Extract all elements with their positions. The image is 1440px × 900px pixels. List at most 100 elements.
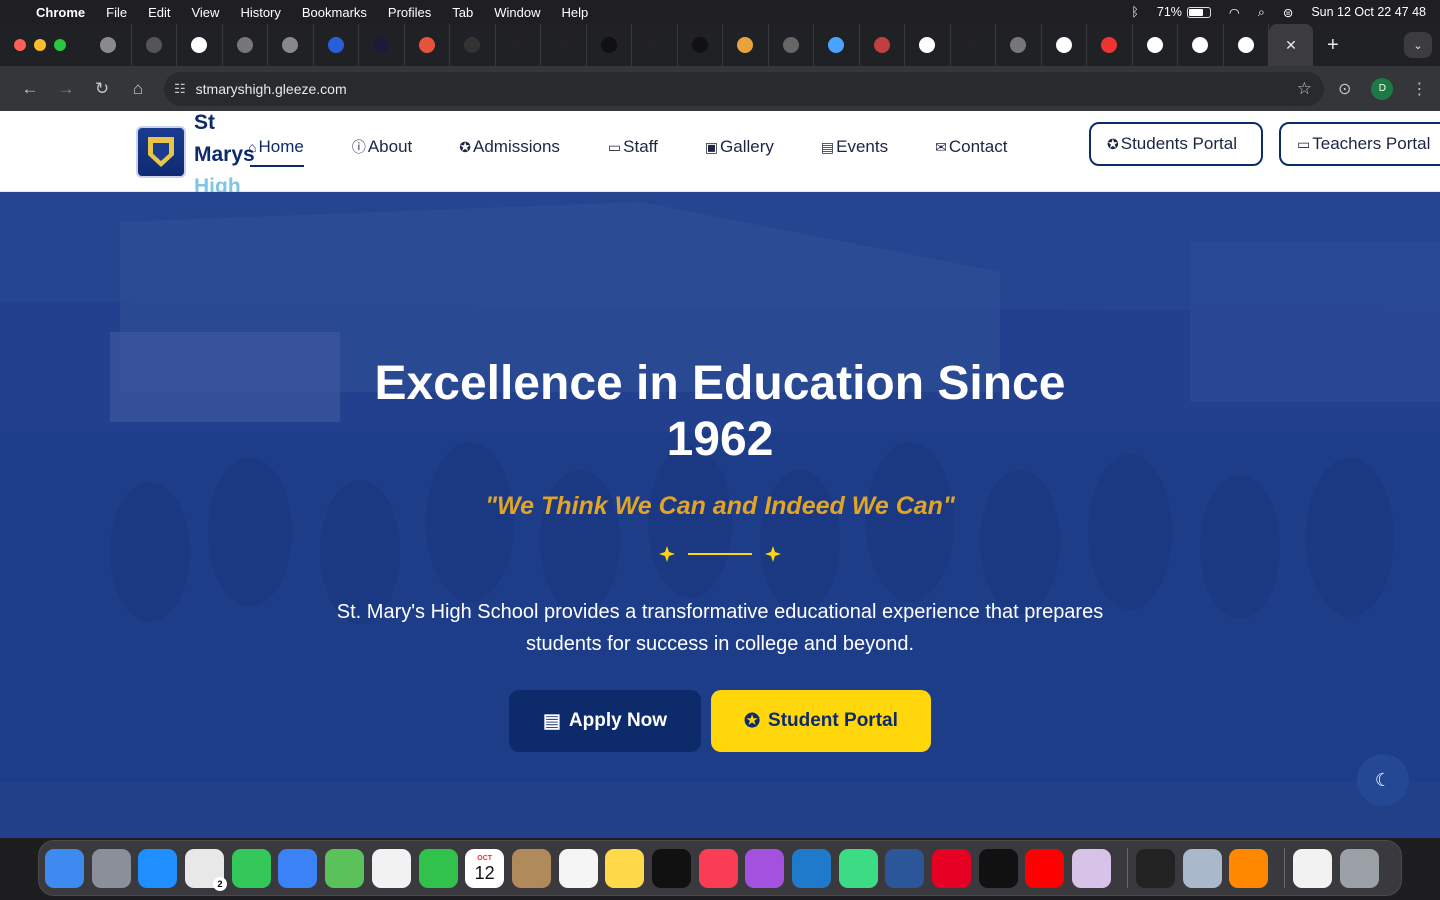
forward-button[interactable]: → bbox=[48, 79, 84, 99]
anime-app-icon[interactable] bbox=[1072, 848, 1112, 888]
contacts-icon[interactable] bbox=[511, 848, 551, 888]
nav-admissions[interactable]: ✪ Admissions bbox=[459, 131, 560, 163]
minimize-window-button[interactable] bbox=[34, 39, 46, 51]
menu-history[interactable]: History bbox=[240, 5, 280, 20]
browser-tab[interactable] bbox=[223, 24, 268, 66]
apply-now-button[interactable]: ▤ Apply Now bbox=[509, 690, 701, 752]
browser-tab[interactable] bbox=[86, 24, 132, 66]
menu-view[interactable]: View bbox=[191, 5, 219, 20]
safari-icon[interactable] bbox=[138, 848, 178, 888]
students-portal-button[interactable]: ✪ Students Portal bbox=[1089, 122, 1263, 166]
close-window-button[interactable] bbox=[14, 39, 26, 51]
browser-tab[interactable] bbox=[177, 24, 223, 66]
music-icon[interactable] bbox=[698, 848, 738, 888]
menu-file[interactable]: File bbox=[106, 5, 127, 20]
browser-tab[interactable] bbox=[996, 24, 1042, 66]
spotlight-search-icon[interactable]: ⌕ bbox=[1258, 5, 1265, 20]
browser-tab[interactable] bbox=[1133, 24, 1178, 66]
bookmark-star-icon[interactable]: ☆ bbox=[1297, 79, 1312, 99]
trash-icon[interactable] bbox=[1339, 848, 1379, 888]
browser-tab[interactable] bbox=[723, 24, 769, 66]
browser-tab[interactable] bbox=[769, 24, 814, 66]
nav-home[interactable]: ⌂ Home bbox=[248, 131, 304, 167]
site-info-icon[interactable]: ☷ bbox=[174, 81, 186, 97]
nav-gallery[interactable]: ▣ Gallery bbox=[705, 131, 774, 163]
chrome-icon[interactable]: 2 bbox=[185, 848, 228, 891]
maps-icon[interactable] bbox=[325, 848, 365, 888]
browser-tab[interactable] bbox=[678, 24, 723, 66]
student-portal-button[interactable]: ✪ Student Portal bbox=[711, 690, 931, 752]
downloads-icon[interactable]: ⊙ bbox=[1338, 79, 1351, 99]
new-tab-button[interactable]: + bbox=[1327, 34, 1339, 57]
reload-button[interactable]: ↻ bbox=[84, 79, 120, 99]
control-center-icon[interactable]: ⊜ bbox=[1283, 5, 1293, 20]
battery-status[interactable]: 71% bbox=[1157, 5, 1211, 19]
url-text[interactable]: stmaryshigh.gleeze.com bbox=[196, 81, 347, 97]
browser-tab[interactable] bbox=[1087, 24, 1133, 66]
browser-tab[interactable] bbox=[268, 24, 314, 66]
nav-staff[interactable]: ▭ Staff bbox=[608, 131, 658, 163]
wifi-icon[interactable]: ◠ bbox=[1229, 5, 1240, 20]
tv-icon[interactable] bbox=[651, 848, 691, 888]
menu-help[interactable]: Help bbox=[562, 5, 589, 20]
nav-events[interactable]: ▤ Events bbox=[821, 131, 888, 163]
menu-profiles[interactable]: Profiles bbox=[388, 5, 431, 20]
facetime-icon[interactable] bbox=[418, 848, 458, 888]
chrome-menu-icon[interactable]: ⋮ bbox=[1411, 79, 1427, 99]
browser-tab[interactable] bbox=[632, 24, 678, 66]
browser-tab[interactable] bbox=[405, 24, 450, 66]
notes-icon[interactable] bbox=[605, 848, 645, 888]
pinterest-icon[interactable] bbox=[932, 848, 972, 888]
menu-tab[interactable]: Tab bbox=[452, 5, 473, 20]
messages-icon[interactable] bbox=[231, 848, 271, 888]
dark-mode-toggle[interactable]: ☾ bbox=[1357, 754, 1409, 806]
bluetooth-icon[interactable]: ᛒ bbox=[1131, 5, 1139, 19]
browser-tab[interactable] bbox=[132, 24, 177, 66]
zoom-window-button[interactable] bbox=[54, 39, 66, 51]
podcasts-icon[interactable] bbox=[745, 848, 785, 888]
nav-contact[interactable]: ✉ Contact bbox=[935, 131, 1007, 163]
browser-tab[interactable] bbox=[860, 24, 905, 66]
browser-tab[interactable] bbox=[587, 24, 632, 66]
preview-icon[interactable] bbox=[1182, 848, 1222, 888]
school-crest-logo[interactable] bbox=[136, 126, 186, 178]
tab-search-button[interactable]: ⌄ bbox=[1404, 32, 1432, 58]
address-bar[interactable]: ☷ stmaryshigh.gleeze.com ☆ bbox=[164, 71, 1324, 106]
launchpad-icon[interactable] bbox=[91, 848, 131, 888]
close-tab-icon[interactable]: ✕ bbox=[1285, 37, 1297, 54]
photos-icon[interactable] bbox=[371, 848, 411, 888]
browser-tab[interactable] bbox=[905, 24, 951, 66]
browser-tab[interactable] bbox=[1178, 24, 1224, 66]
browser-tab[interactable] bbox=[314, 24, 359, 66]
browser-tab[interactable] bbox=[1042, 24, 1087, 66]
browser-tab[interactable] bbox=[1224, 24, 1269, 66]
site-brand[interactable]: St Marys High bbox=[194, 111, 255, 203]
word-icon[interactable] bbox=[885, 848, 925, 888]
menu-window[interactable]: Window bbox=[494, 5, 540, 20]
vscode-icon[interactable] bbox=[792, 848, 831, 888]
back-button[interactable]: ← bbox=[12, 79, 48, 99]
menu-edit[interactable]: Edit bbox=[148, 5, 170, 20]
finder-icon[interactable] bbox=[45, 848, 84, 888]
browser-tab[interactable] bbox=[496, 24, 541, 66]
browser-tab[interactable] bbox=[450, 24, 496, 66]
browser-tab[interactable] bbox=[359, 24, 405, 66]
teachers-portal-button[interactable]: ▭ Teachers Portal bbox=[1279, 122, 1440, 166]
menu-bookmarks[interactable]: Bookmarks bbox=[302, 5, 367, 20]
terminal-icon[interactable] bbox=[1135, 848, 1175, 888]
document-icon[interactable] bbox=[1292, 848, 1332, 888]
mail-icon[interactable] bbox=[278, 848, 318, 888]
browser-tab[interactable] bbox=[814, 24, 860, 66]
home-button[interactable]: ⌂ bbox=[120, 79, 156, 99]
menu-app-name[interactable]: Chrome bbox=[36, 5, 85, 20]
vlc-icon[interactable] bbox=[1229, 848, 1269, 888]
menu-clock[interactable]: Sun 12 Oct 22 47 48 bbox=[1311, 5, 1426, 19]
calendar-icon[interactable]: OCT 12 bbox=[465, 848, 505, 888]
tiktok-icon[interactable] bbox=[978, 848, 1018, 888]
browser-tab[interactable] bbox=[541, 24, 587, 66]
profile-avatar[interactable]: D bbox=[1371, 77, 1394, 100]
android-studio-icon[interactable] bbox=[838, 848, 878, 888]
nav-about[interactable]: ⓘ About bbox=[352, 131, 412, 163]
reminders-icon[interactable] bbox=[558, 848, 598, 888]
active-tab[interactable]: ✕ bbox=[1269, 24, 1313, 66]
